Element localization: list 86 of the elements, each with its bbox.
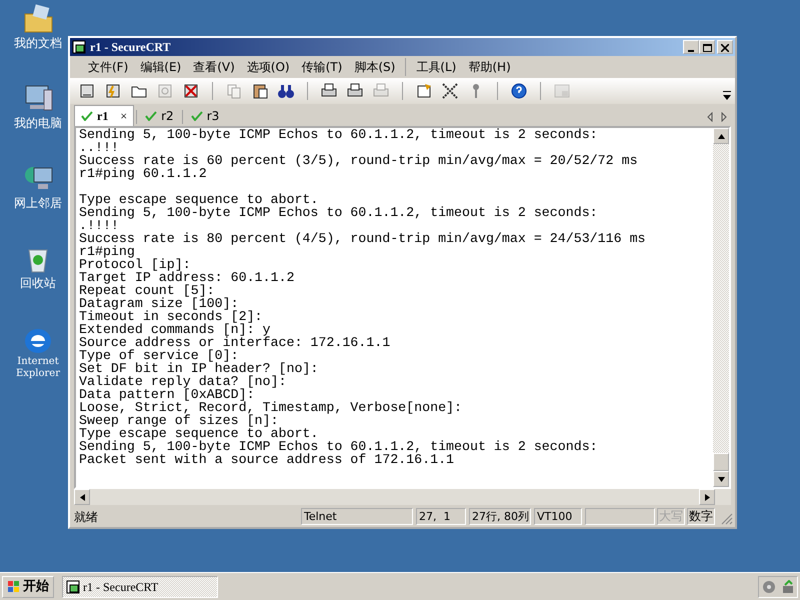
terminal-line: Sending 5, 100-byte ICMP Echos to 60.1.1.2, timeout is 2 seconds: xyxy=(79,206,599,219)
keyboard-indicator: 数字 xyxy=(687,508,715,525)
terminal-line: r1#ping 60.1.1.2 xyxy=(79,167,208,180)
lightning-terminal-icon[interactable] xyxy=(104,82,122,100)
clipboard-icon[interactable] xyxy=(251,82,269,100)
scroll-up-button[interactable] xyxy=(713,128,729,144)
binoculars-icon[interactable] xyxy=(277,82,295,100)
status-field: 27, 1 xyxy=(416,508,466,525)
status-message: 就绪 xyxy=(74,509,99,526)
terminal-line: Source address or interface: 172.16.1.1 xyxy=(79,336,392,349)
terminal-line: Repeat count [5]: xyxy=(79,284,215,297)
triangle-arrow-icon xyxy=(718,132,724,140)
check-icon xyxy=(81,111,93,121)
triangle-arrow-icon xyxy=(718,476,724,482)
minimize-button[interactable] xyxy=(683,40,699,54)
terminal-line: Success rate is 60 percent (3/5), round-trip min/avg/max = 20/52/72 ms xyxy=(79,154,639,167)
properties-icon[interactable] xyxy=(415,82,433,100)
scroll-right-button[interactable] xyxy=(699,489,715,505)
status-field: 27行, 80列 xyxy=(469,508,531,525)
terminal-line: Sending 5, 100-byte ICMP Echos to 60.1.1.2, timeout is 2 seconds: xyxy=(79,128,599,141)
network-tray-icon[interactable] xyxy=(780,580,794,594)
terminal-line: Success rate is 80 percent (4/5), round-trip min/avg/max = 24/53/116 ms xyxy=(79,232,647,245)
desktop-icon-label[interactable]: 网上邻居 xyxy=(14,196,62,210)
scroll-left-button[interactable] xyxy=(74,489,90,505)
triangle-arrow-icon xyxy=(78,494,86,500)
keymap-icon[interactable] xyxy=(441,82,459,100)
desktop-icon-label[interactable]: 我的电脑 xyxy=(14,116,62,130)
terminal-line: Sweep range of sizes [n]: xyxy=(79,414,278,427)
terminal-line: Packet sent with a source address of 172.16.1.1 xyxy=(79,453,456,466)
close-icon xyxy=(721,44,729,52)
terminal-line: Sending 5, 100-byte ICMP Echos to 60.1.1.2, timeout is 2 seconds: xyxy=(79,440,599,453)
terminal-line: ..!!! xyxy=(79,141,119,154)
disconnect-icon[interactable] xyxy=(182,82,200,100)
terminal-line: Extended commands [n]: y xyxy=(79,323,271,336)
toolbar-overflow-icon[interactable] xyxy=(723,90,731,101)
window-app-icon xyxy=(66,580,80,594)
resize-grip-icon[interactable] xyxy=(721,512,733,525)
maximize-icon xyxy=(702,44,712,52)
menu-item[interactable]: 选项(O) xyxy=(240,58,296,76)
connect-icon[interactable] xyxy=(78,82,96,100)
minimize-icon xyxy=(688,50,694,52)
scrollbar-thumb[interactable] xyxy=(713,453,729,471)
maximize-button[interactable] xyxy=(699,40,715,54)
right-arrow-icon[interactable] xyxy=(721,112,727,122)
tab[interactable]: r3 xyxy=(184,106,226,126)
terminal-line: Type escape sequence to abort. xyxy=(79,427,320,440)
terminal-line: r1#ping xyxy=(79,245,135,258)
status-field: VT100 xyxy=(534,508,582,525)
check-icon xyxy=(190,111,203,121)
terminal-line: Timeout in seconds [2]: xyxy=(79,310,264,323)
status-field xyxy=(585,508,655,525)
terminal-line: Validate reply data? [no]: xyxy=(79,375,286,388)
menu-item[interactable]: 文件(F) xyxy=(82,58,134,76)
terminal-line: Type of service [0]: xyxy=(79,349,239,362)
check-icon xyxy=(145,111,158,121)
left-arrow-icon[interactable] xyxy=(707,112,713,122)
tab[interactable]: r1 × xyxy=(74,105,134,126)
triangle-arrow-icon xyxy=(704,494,710,500)
terminal-line: Datagram size [100]: xyxy=(79,297,239,310)
terminal-line: Data pattern [0xABCD]: xyxy=(79,388,255,401)
tab-close-button[interactable]: × xyxy=(120,107,128,125)
help-icon[interactable] xyxy=(510,82,528,100)
desktop-icon-label[interactable]: 我的文档 xyxy=(14,36,62,50)
terminal-line: Target IP address: 60.1.1.2 xyxy=(79,271,296,284)
menu-item[interactable]: 编辑(E) xyxy=(134,58,188,76)
scroll-down-button[interactable] xyxy=(713,471,729,487)
window-title: r1 - SecureCRT xyxy=(90,39,171,56)
desktop-icon-label[interactable]: Internet Explorer xyxy=(8,356,68,380)
menu-item[interactable]: 帮助(H) xyxy=(462,58,517,76)
terminal-line: Loose, Strict, Record, Timestamp, Verbose[none]: xyxy=(79,401,464,414)
window-app-icon xyxy=(72,40,86,54)
windows-flag-icon xyxy=(7,580,21,594)
menu-item[interactable]: 脚本(S) xyxy=(348,58,402,76)
taskbar-button[interactable]: r1 - SecureCRT xyxy=(62,576,218,598)
terminal-line: Set DF bit in IP header? [no]: xyxy=(79,362,320,375)
menu-item[interactable]: 传输(T) xyxy=(296,58,348,76)
terminal-line: .!!!! xyxy=(79,219,119,232)
menu-item[interactable]: 工具(L) xyxy=(410,58,462,76)
menu-item[interactable]: 查看(V) xyxy=(187,58,241,76)
terminal-line: Protocol [ip]: xyxy=(79,258,191,271)
status-field: Telnet xyxy=(301,508,413,525)
start-button[interactable]: 开始 xyxy=(2,576,54,598)
terminal-line: Type escape sequence to abort. xyxy=(79,193,320,206)
desktop-icon-label[interactable]: 回收站 xyxy=(20,276,56,290)
tab[interactable]: r2 xyxy=(139,106,180,126)
close-button[interactable] xyxy=(717,40,733,54)
